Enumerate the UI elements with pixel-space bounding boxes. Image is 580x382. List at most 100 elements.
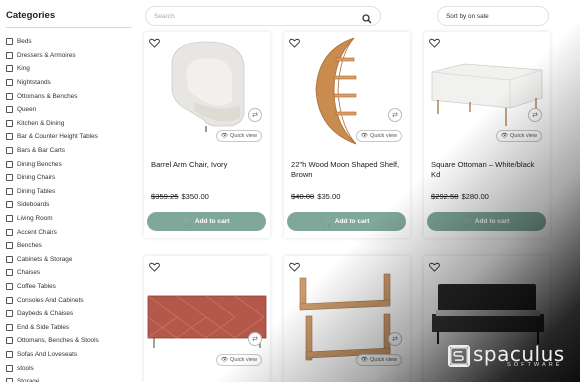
category-item[interactable]: Bars & Bar Carts <box>6 144 132 158</box>
category-checkbox[interactable] <box>6 147 13 155</box>
add-to-cart-button[interactable]: 🛒 Add to cart <box>427 212 546 231</box>
compare-icon[interactable]: ⇄ <box>388 332 402 346</box>
category-item[interactable]: stools <box>6 361 132 375</box>
category-label: Sofas And Loveseats <box>17 350 78 358</box>
category-item[interactable]: King <box>6 62 132 76</box>
category-item[interactable]: Consoles And Cabinets <box>6 293 132 307</box>
search-bar[interactable] <box>145 6 381 26</box>
wishlist-heart-icon[interactable] <box>149 262 160 272</box>
category-checkbox[interactable] <box>6 92 13 100</box>
category-item[interactable]: Bar & Counter Height Tables <box>6 130 132 144</box>
category-label: Storage <box>17 378 40 382</box>
category-label: Chaises <box>17 269 41 277</box>
category-item[interactable]: Kitchen & Dining <box>6 117 132 131</box>
product-card[interactable]: ⇄ 👁 Quick view <box>144 256 270 382</box>
category-item[interactable]: Dining Benches <box>6 157 132 171</box>
product-name[interactable]: 22"h Wood Moon Shaped Shelf, Brown <box>291 160 403 180</box>
category-item[interactable]: Queen <box>6 103 132 117</box>
category-item[interactable]: Sofas And Loveseats <box>6 348 132 362</box>
category-label: Coffee Tables <box>17 282 56 290</box>
wishlist-heart-icon[interactable] <box>429 262 440 272</box>
category-item[interactable]: Dining Tables <box>6 185 132 199</box>
category-checkbox[interactable] <box>6 282 13 290</box>
category-checkbox[interactable] <box>6 269 13 277</box>
category-checkbox[interactable] <box>6 228 13 236</box>
category-label: Daybeds & Chaises <box>17 310 74 318</box>
quick-view-button[interactable]: 👁 Quick view <box>356 130 402 142</box>
category-checkbox[interactable] <box>6 242 13 250</box>
category-label: Nightstands <box>17 79 51 87</box>
category-label: Bars & Bar Carts <box>17 147 65 155</box>
category-item[interactable]: Chaises <box>6 266 132 280</box>
search-icon[interactable] <box>362 11 372 24</box>
sale-price: $35.00 <box>317 192 341 201</box>
quick-view-button[interactable]: 👁 Quick view <box>216 354 262 366</box>
category-checkbox[interactable] <box>6 323 13 331</box>
category-checkbox[interactable] <box>6 106 13 114</box>
category-checkbox[interactable] <box>6 337 13 345</box>
category-item[interactable]: Accent Chairs <box>6 225 132 239</box>
category-checkbox[interactable] <box>6 296 13 304</box>
category-checkbox[interactable] <box>6 201 13 209</box>
category-label: Dressers & Armoires <box>17 51 76 59</box>
category-item[interactable]: End & Side Tables <box>6 320 132 334</box>
category-checkbox[interactable] <box>6 160 13 168</box>
category-item[interactable]: Storage <box>6 375 132 382</box>
sort-select[interactable]: Sort by on sale <box>437 6 549 26</box>
category-checkbox[interactable] <box>6 350 13 358</box>
compare-icon[interactable]: ⇄ <box>388 108 402 122</box>
category-item[interactable]: Cabinets & Storage <box>6 253 132 267</box>
category-item[interactable]: Coffee Tables <box>6 280 132 294</box>
wishlist-heart-icon[interactable] <box>289 38 300 48</box>
add-to-cart-button[interactable]: 🛒 Add to cart <box>287 212 406 231</box>
category-label: Kitchen & Dining <box>17 119 65 127</box>
category-checkbox[interactable] <box>6 174 13 182</box>
category-checkbox[interactable] <box>6 51 13 59</box>
category-item[interactable]: Dining Chairs <box>6 171 132 185</box>
category-item[interactable]: Daybeds & Chaises <box>6 307 132 321</box>
compare-icon[interactable]: ⇄ <box>528 108 542 122</box>
category-checkbox[interactable] <box>6 65 13 73</box>
product-card[interactable]: ⇄ 👁 Quick view Barrel Arm Chair, Ivory $3… <box>144 32 270 238</box>
product-name[interactable]: Square Ottoman – White/black Kd <box>431 160 543 180</box>
category-checkbox[interactable] <box>6 378 13 382</box>
category-checkbox[interactable] <box>6 133 13 141</box>
quick-view-button[interactable]: 👁 Quick view <box>496 130 542 142</box>
category-checkbox[interactable] <box>6 79 13 87</box>
eye-icon: 👁 <box>500 133 509 139</box>
category-checkbox[interactable] <box>6 187 13 195</box>
category-label: Queen <box>17 106 37 114</box>
quick-view-button[interactable]: 👁 Quick view <box>216 130 262 142</box>
category-checkbox[interactable] <box>6 255 13 263</box>
compare-icon[interactable]: ⇄ <box>248 332 262 346</box>
compare-icon[interactable]: ⇄ <box>248 108 262 122</box>
category-item[interactable]: Benches <box>6 239 132 253</box>
category-checkbox[interactable] <box>6 310 13 318</box>
search-input[interactable] <box>154 12 362 20</box>
category-label: Sideboards <box>17 201 50 209</box>
product-card[interactable]: ⇄ 👁 Quick view <box>284 256 410 382</box>
add-to-cart-button[interactable]: 🛒 Add to cart <box>147 212 266 231</box>
category-label: Dining Chairs <box>17 174 56 182</box>
category-item[interactable]: Dressers & Armoires <box>6 49 132 63</box>
category-item[interactable]: Ottomans, Benches & Stools <box>6 334 132 348</box>
brand-name: spaculus <box>473 342 565 366</box>
product-name[interactable]: Barrel Arm Chair, Ivory <box>151 160 263 170</box>
category-checkbox[interactable] <box>6 119 13 127</box>
category-item[interactable]: Living Room <box>6 212 132 226</box>
wishlist-heart-icon[interactable] <box>149 38 160 48</box>
category-item[interactable]: Beds <box>6 35 132 49</box>
category-item[interactable]: Ottomans & Benches <box>6 89 132 103</box>
cart-icon: 🛒 <box>183 218 192 226</box>
category-checkbox[interactable] <box>6 38 13 46</box>
wishlist-heart-icon[interactable] <box>429 38 440 48</box>
category-item[interactable]: Nightstands <box>6 76 132 90</box>
product-card[interactable]: ⇄ 👁 Quick view 22"h Wood Moon Shaped Shel… <box>284 32 410 238</box>
wishlist-heart-icon[interactable] <box>289 262 300 272</box>
category-checkbox[interactable] <box>6 215 13 223</box>
category-checkbox[interactable] <box>6 364 13 372</box>
quick-view-button[interactable]: 👁 Quick view <box>356 354 402 366</box>
category-sidebar: Categories Beds Dressers & Armoires King Ni… <box>0 0 132 382</box>
product-card[interactable]: ⇄ 👁 Quick view Square Ottoman – White/bla… <box>424 32 550 238</box>
category-item[interactable]: Sideboards <box>6 198 132 212</box>
